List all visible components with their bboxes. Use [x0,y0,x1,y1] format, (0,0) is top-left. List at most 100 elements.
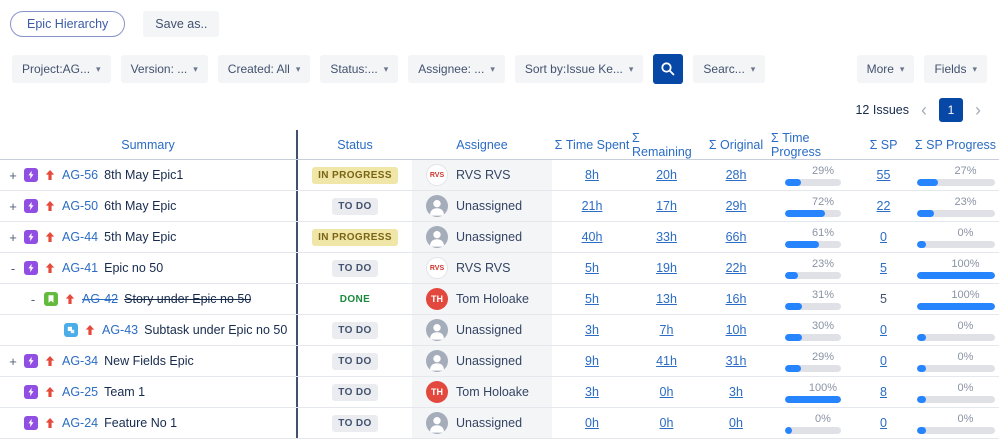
epic-hierarchy-button[interactable]: Epic Hierarchy [10,11,125,37]
remaining-link[interactable]: 0h [660,385,674,399]
filter-project[interactable]: Project:AG... ▾ [12,55,111,83]
assignee-name: Unassigned [456,323,522,337]
next-page-icon[interactable]: › [973,101,983,119]
issue-key-link[interactable]: AG-56 [62,168,98,182]
summary-cell: + AG-56 8th May Epic1 [0,160,298,190]
issue-key-link[interactable]: AG-43 [102,323,138,337]
epic-icon [24,354,38,368]
remaining-cell: 20h [632,160,701,190]
column-header-remaining[interactable]: Σ Remaining [632,130,701,159]
column-header-sp[interactable]: Σ SP [855,130,912,159]
remaining-link[interactable]: 19h [656,261,677,275]
sp-link[interactable]: 5 [880,292,887,306]
filter-created[interactable]: Created: All ▾ [218,55,311,83]
filter-bar: Project:AG... ▾ Version: ... ▾ Created: … [0,54,999,84]
chevron-down-icon: ▾ [384,64,389,75]
column-header-sp-progress[interactable]: Σ SP Progress [912,130,999,159]
sp-progress-cell: 100% [912,284,999,314]
original-link[interactable]: 29h [726,199,747,213]
time-spent-link[interactable]: 0h [585,416,599,430]
filter-status[interactable]: Status:... ▾ [320,55,398,83]
time-spent-link[interactable]: 5h [585,292,599,306]
original-link[interactable]: 16h [726,292,747,306]
expander-toggle[interactable]: + [8,354,18,369]
time-spent-link[interactable]: 3h [585,385,599,399]
original-link[interactable]: 0h [729,416,743,430]
sp-cell: 55 [855,160,912,190]
time-spent-link[interactable]: 21h [582,199,603,213]
summary-cell: - AG-42 Story under Epic no 50 [0,284,298,314]
original-link[interactable]: 28h [726,168,747,182]
remaining-link[interactable]: 0h [660,416,674,430]
issue-key-link[interactable]: AG-25 [62,385,98,399]
sp-link[interactable]: 55 [877,168,891,182]
column-header-summary[interactable]: Summary [0,130,298,159]
original-link[interactable]: 31h [726,354,747,368]
column-header-status[interactable]: Status [298,130,412,159]
save-as-button[interactable]: Save as.. [143,11,219,37]
column-header-time-spent[interactable]: Σ Time Spent [552,130,632,159]
issue-summary: Subtask under Epic no 50 [144,323,287,337]
page-number[interactable]: 1 [939,98,963,122]
expander-toggle[interactable]: + [8,199,18,214]
table-row: + AG-34 New Fields Epic TO DO [0,346,999,377]
time-progress-bar [785,241,841,248]
search-dropdown[interactable]: Searc... ▾ [693,55,765,83]
assignee-name: Unassigned [456,230,522,244]
expander-toggle[interactable]: + [8,230,18,245]
time-progress-fill [785,303,802,310]
filter-sort-label: Sort by:Issue Ke... [525,62,623,76]
sp-link[interactable]: 0 [880,416,887,430]
sp-cell: 5 [855,284,912,314]
expander-toggle[interactable]: - [8,261,18,276]
remaining-link[interactable]: 20h [656,168,677,182]
remaining-link[interactable]: 17h [656,199,677,213]
time-spent-link[interactable]: 3h [585,323,599,337]
remaining-link[interactable]: 7h [660,323,674,337]
original-link[interactable]: 22h [726,261,747,275]
time-spent-link[interactable]: 9h [585,354,599,368]
column-header-assignee[interactable]: Assignee [412,130,552,159]
time-spent-link[interactable]: 40h [582,230,603,244]
table-row: AG-43 Subtask under Epic no 50 TO DO Una… [0,315,999,346]
chevron-down-icon: ▾ [193,64,198,75]
filter-sort[interactable]: Sort by:Issue Ke... ▾ [515,55,644,83]
issue-key-link[interactable]: AG-50 [62,199,98,213]
search-button[interactable] [653,54,683,84]
issue-key-link[interactable]: AG-42 [82,292,118,306]
avatar [426,226,448,248]
remaining-link[interactable]: 41h [656,354,677,368]
issue-key-link[interactable]: AG-24 [62,416,98,430]
sp-progress-cell: 0% [912,222,999,252]
issue-key-link[interactable]: AG-34 [62,354,98,368]
filter-assignee[interactable]: Assignee: ... ▾ [408,55,505,83]
more-button[interactable]: More ▾ [857,55,915,83]
issue-key-link[interactable]: AG-41 [62,261,98,275]
remaining-link[interactable]: 33h [656,230,677,244]
magnifier-icon [660,61,676,77]
fields-button[interactable]: Fields ▾ [924,55,987,83]
original-link[interactable]: 10h [726,323,747,337]
issue-key-link[interactable]: AG-44 [62,230,98,244]
sp-link[interactable]: 0 [880,354,887,368]
original-link[interactable]: 66h [726,230,747,244]
sp-link[interactable]: 22 [877,199,891,213]
sp-link[interactable]: 8 [880,385,887,399]
column-header-original[interactable]: Σ Original [701,130,771,159]
filter-version[interactable]: Version: ... ▾ [121,55,208,83]
sp-progress-percent: 0% [958,351,974,363]
issue-summary: New Fields Epic [104,354,194,368]
original-link[interactable]: 3h [729,385,743,399]
priority-up-icon [64,293,76,305]
column-header-time-progress[interactable]: Σ Time Progress [771,130,855,159]
time-spent-link[interactable]: 8h [585,168,599,182]
sp-link[interactable]: 0 [880,230,887,244]
expander-toggle[interactable]: - [28,292,38,307]
time-spent-link[interactable]: 5h [585,261,599,275]
expander-toggle[interactable]: + [8,168,18,183]
remaining-link[interactable]: 13h [656,292,677,306]
prev-page-icon[interactable]: ‹ [919,101,929,119]
status-badge: DONE [334,291,377,308]
sp-link[interactable]: 5 [880,261,887,275]
sp-link[interactable]: 0 [880,323,887,337]
